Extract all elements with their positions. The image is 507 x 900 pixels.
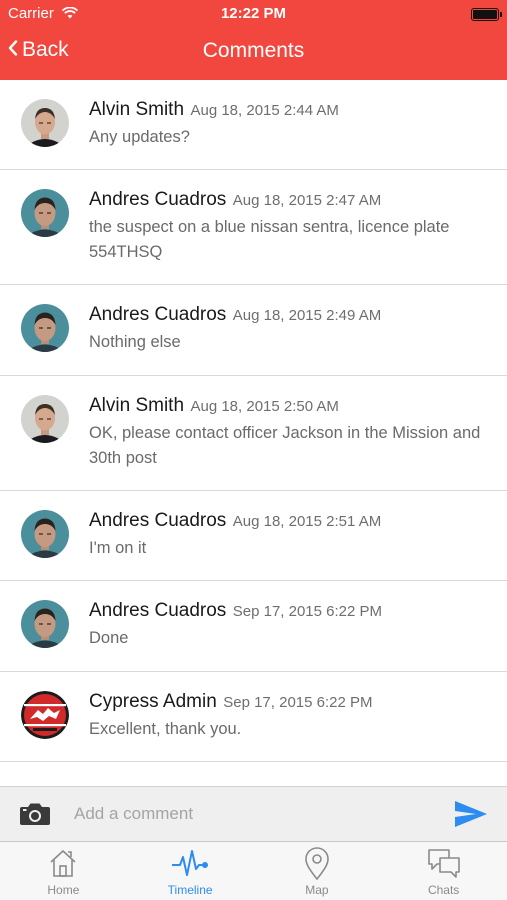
avatar[interactable] bbox=[21, 304, 69, 352]
tab-bar: Home Timeline Map Chats bbox=[0, 841, 507, 900]
comment-author: Andres Cuadros bbox=[89, 600, 227, 621]
man-photo-icon bbox=[21, 510, 69, 558]
comment-date: Aug 18, 2015 2:44 AM bbox=[190, 102, 339, 119]
home-icon bbox=[47, 847, 79, 884]
tab-timeline[interactable]: Timeline bbox=[127, 842, 254, 900]
comment-item[interactable]: Andres Cuadros Sep 17, 2015 6:22 PM Done bbox=[0, 581, 507, 672]
comment-date: Sep 17, 2015 6:22 PM bbox=[223, 694, 373, 711]
comment-text: I'm on it bbox=[89, 539, 147, 557]
comment-date: Aug 18, 2015 2:47 AM bbox=[232, 192, 382, 209]
comment-input[interactable] bbox=[74, 799, 434, 829]
comment-composer bbox=[0, 786, 507, 841]
tab-label: Timeline bbox=[167, 883, 213, 897]
tab-home[interactable]: Home bbox=[0, 842, 127, 900]
page-title: Comments bbox=[202, 39, 305, 62]
tab-label: Map bbox=[305, 883, 329, 897]
avatar[interactable] bbox=[21, 395, 69, 443]
tab-label: Home bbox=[47, 883, 80, 897]
officer-photo-icon bbox=[21, 395, 69, 443]
comment-item[interactable]: Alvin Smith Aug 18, 2015 2:44 AM Any upd… bbox=[0, 80, 507, 170]
comment-list: Alvin Smith Aug 18, 2015 2:44 AM Any upd… bbox=[0, 80, 507, 762]
comment-item[interactable]: Cypress Admin Sep 17, 2015 6:22 PM Excel… bbox=[0, 672, 507, 762]
man-photo-icon bbox=[21, 304, 69, 352]
avatar[interactable] bbox=[21, 600, 69, 648]
comment-text: Any updates? bbox=[89, 128, 190, 146]
app-header: Carrier 12:22 PM Back Comments bbox=[0, 0, 507, 80]
map-pin-icon bbox=[303, 847, 331, 886]
comment-date: Aug 18, 2015 2:49 AM bbox=[232, 307, 382, 324]
tab-label: Chats bbox=[427, 883, 460, 897]
comment-text: Done bbox=[89, 629, 129, 647]
camera-icon[interactable] bbox=[19, 801, 51, 832]
man-photo-icon bbox=[21, 189, 69, 237]
comment-author: Andres Cuadros bbox=[89, 304, 227, 325]
comment-item[interactable]: Alvin Smith Aug 18, 2015 2:50 AM OK, ple… bbox=[0, 376, 507, 491]
comment-item[interactable]: Andres Cuadros Aug 18, 2015 2:49 AM Noth… bbox=[0, 285, 507, 376]
tab-map[interactable]: Map bbox=[254, 842, 381, 900]
comment-author: Andres Cuadros bbox=[89, 189, 227, 210]
comment-author: Cypress Admin bbox=[89, 691, 217, 712]
comment-text: Excellent, thank you. bbox=[89, 720, 242, 738]
pulse-icon bbox=[170, 847, 210, 884]
cypress-logo-icon bbox=[21, 691, 69, 739]
comment-author: Alvin Smith bbox=[89, 395, 185, 416]
chat-bubbles-icon bbox=[426, 847, 462, 886]
avatar[interactable] bbox=[21, 189, 69, 237]
comment-text: OK, please contact officer Jackson in th… bbox=[89, 424, 481, 467]
status-time: 12:22 PM bbox=[220, 5, 287, 22]
avatar[interactable] bbox=[21, 99, 69, 147]
send-icon[interactable] bbox=[454, 799, 488, 834]
status-bar: Carrier 12:22 PM bbox=[0, 0, 507, 28]
comment-author: Alvin Smith bbox=[89, 99, 185, 120]
comment-text: Nothing else bbox=[89, 333, 181, 351]
officer-photo-icon bbox=[21, 99, 69, 147]
battery-icon bbox=[471, 8, 502, 21]
avatar[interactable] bbox=[21, 510, 69, 558]
comment-date: Aug 18, 2015 2:51 AM bbox=[232, 513, 382, 530]
comment-item[interactable]: Andres Cuadros Aug 18, 2015 2:51 AM I'm … bbox=[0, 491, 507, 581]
comment-item[interactable]: Andres Cuadros Aug 18, 2015 2:47 AM the … bbox=[0, 170, 507, 285]
man-photo-icon bbox=[21, 600, 69, 648]
comment-text: the suspect on a blue nissan sentra, lic… bbox=[89, 218, 450, 261]
tab-chats[interactable]: Chats bbox=[380, 842, 507, 900]
comment-date: Aug 18, 2015 2:50 AM bbox=[190, 398, 339, 415]
avatar[interactable] bbox=[21, 691, 69, 739]
comment-author: Andres Cuadros bbox=[89, 510, 227, 531]
comment-date: Sep 17, 2015 6:22 PM bbox=[232, 603, 383, 620]
